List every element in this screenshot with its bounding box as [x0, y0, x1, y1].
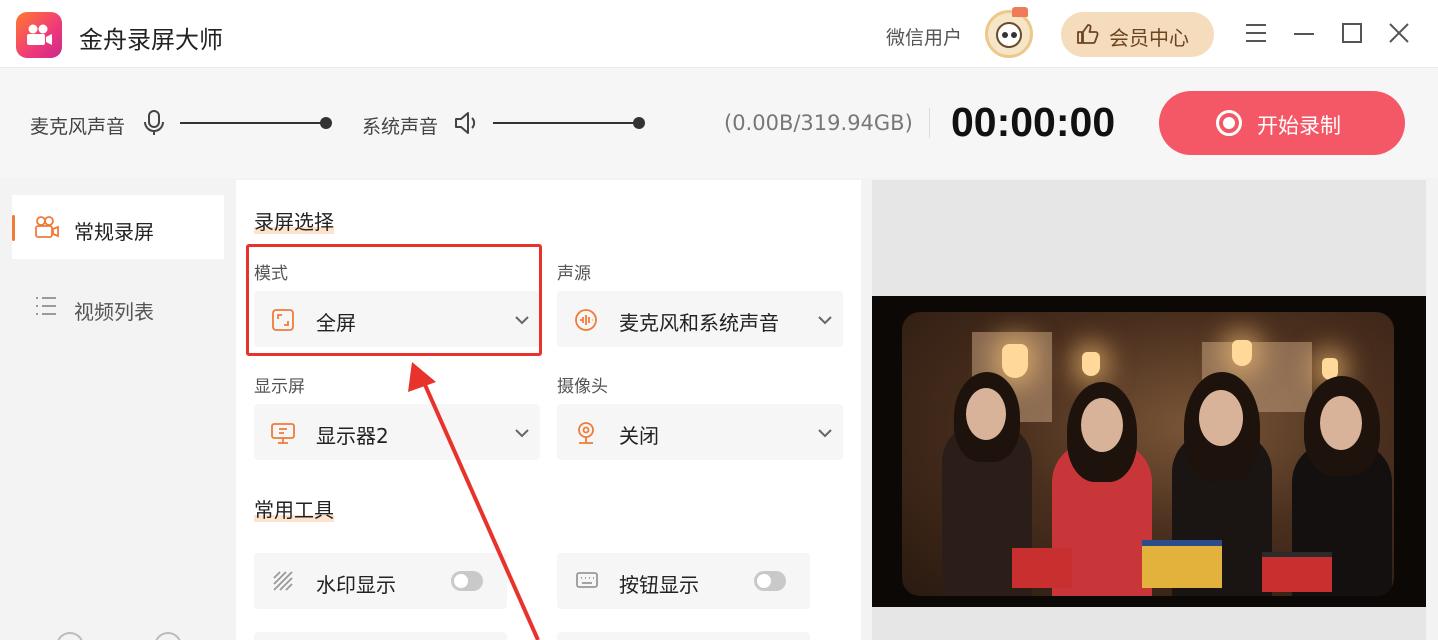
chevron-down-icon: [817, 311, 833, 330]
sidebar-item-label: 常规录屏: [74, 220, 154, 244]
system-volume-slider[interactable]: [493, 122, 639, 124]
common-tools-title: 常用工具: [254, 498, 334, 522]
speaker-icon[interactable]: [453, 109, 481, 141]
audio-source-select[interactable]: 麦克风和系统声音: [557, 291, 843, 347]
display-select[interactable]: 显示器2: [254, 404, 540, 460]
menu-icon[interactable]: [1243, 20, 1271, 48]
sidebar-item-video-list[interactable]: 视频列表: [12, 275, 224, 339]
display-value: 显示器2: [316, 424, 389, 448]
divider: [929, 108, 930, 138]
camera-value: 关闭: [619, 424, 659, 448]
microphone-icon[interactable]: [143, 109, 165, 141]
preview-area: [872, 180, 1426, 640]
sidebar: 常规录屏 视频列表: [12, 180, 224, 640]
annotation-highlight-box: [246, 244, 542, 356]
avatar-face-icon: [996, 22, 1022, 48]
app-title: 金舟录屏大师: [79, 26, 223, 54]
chevron-down-icon: [817, 424, 833, 443]
vip-center-button[interactable]: 会员中心: [1061, 12, 1214, 57]
tool-item-partial[interactable]: [254, 632, 507, 640]
thumbs-up-icon: [1075, 23, 1099, 49]
avatar[interactable]: [985, 7, 1033, 58]
settings-panel: 录屏选择 模式 全屏 声源 麦克风和系统声音 显示屏 显示器2 摄像头 关闭 常…: [236, 180, 861, 640]
mic-label: 麦克风声音: [30, 116, 126, 138]
keyboard-icon: [575, 570, 599, 594]
watermark-tool[interactable]: 水印显示: [254, 553, 507, 609]
vip-label: 会员中心: [1109, 26, 1189, 50]
active-indicator: [12, 215, 15, 241]
system-sound-label: 系统声音: [362, 116, 439, 138]
keystroke-display-label: 按钮显示: [619, 573, 699, 597]
watermark-icon: [272, 570, 294, 596]
start-recording-label: 开始录制: [1257, 114, 1341, 138]
mode-value: 全屏: [316, 311, 356, 335]
display-label: 显示屏: [254, 377, 305, 397]
crown-icon: [1012, 7, 1028, 17]
record-icon: [1216, 110, 1242, 136]
recording-bar: 麦克风声音 系统声音 (0.00B/319.94GB) 00:00:00 开始录…: [0, 68, 1438, 178]
record-selection-title: 录屏选择: [254, 210, 334, 234]
keystroke-display-tool[interactable]: 按钮显示: [557, 553, 810, 609]
audio-source-value: 麦克风和系统声音: [619, 311, 779, 335]
app-logo-icon: [16, 12, 62, 58]
chevron-down-icon: [514, 424, 530, 443]
title-bar: 金舟录屏大师 微信用户 会员中心: [0, 0, 1438, 68]
preview-scene-image: [902, 312, 1394, 596]
list-icon: [34, 295, 58, 321]
fullscreen-icon: [270, 307, 296, 337]
start-recording-button[interactable]: 开始录制: [1159, 91, 1405, 155]
minimize-icon[interactable]: [1291, 20, 1319, 48]
mode-select[interactable]: 全屏: [246, 244, 542, 356]
system-volume-knob[interactable]: [633, 117, 645, 129]
sidebar-item-label: 视频列表: [74, 300, 154, 324]
audio-source-label: 声源: [557, 264, 591, 284]
sidebar-item-regular-record[interactable]: 常规录屏: [12, 195, 224, 259]
maximize-icon[interactable]: [1339, 20, 1367, 48]
keystroke-display-toggle[interactable]: [754, 571, 786, 591]
preview-video-frame: [872, 296, 1426, 607]
help-icon[interactable]: [154, 632, 182, 640]
webcam-icon: [573, 420, 599, 450]
close-icon[interactable]: [1386, 20, 1414, 48]
record-timer: 00:00:00: [951, 99, 1116, 145]
monitor-icon: [270, 420, 296, 450]
mic-volume-slider[interactable]: [180, 122, 326, 124]
camera-select[interactable]: 关闭: [557, 404, 843, 460]
storage-info: (0.00B/319.94GB): [724, 111, 913, 135]
watermark-toggle[interactable]: [451, 571, 483, 591]
record-camera-icon: [34, 215, 60, 243]
tool-item-partial[interactable]: [557, 632, 810, 640]
camera-label: 摄像头: [557, 377, 608, 397]
settings-icon[interactable]: [56, 632, 84, 640]
user-name[interactable]: 微信用户: [886, 23, 962, 50]
watermark-label: 水印显示: [316, 573, 396, 597]
chevron-down-icon: [514, 311, 530, 330]
mic-volume-knob[interactable]: [320, 117, 332, 129]
audio-source-icon: [573, 307, 599, 337]
